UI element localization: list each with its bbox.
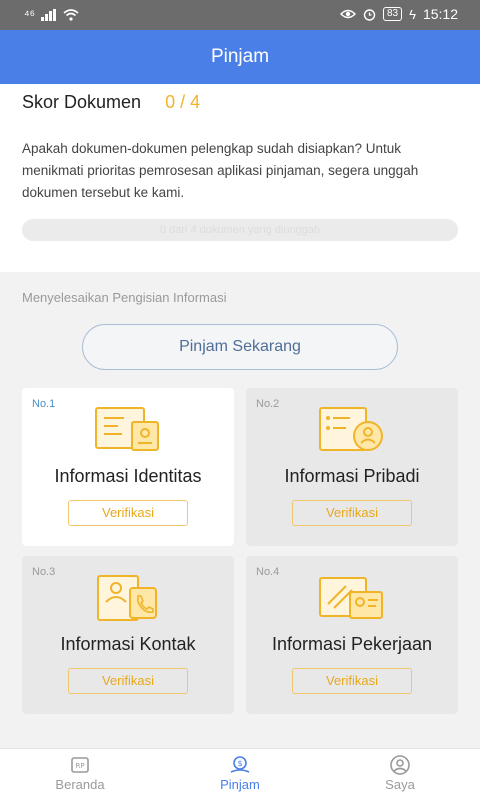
personal-profile-icon [319,407,383,451]
info-section: Menyelesaikan Pengisian Informasi Pinjam… [0,272,480,748]
signal-icon [40,8,56,21]
verify-button[interactable]: Verifikasi [68,668,188,694]
bottom-nav: RP Beranda $ Pinjam Saya [0,748,480,800]
progress-text: 0 dari 4 dokumen yang diunggah [159,224,321,236]
wifi-icon [63,8,79,21]
score-value: 0 / 4 [165,92,201,112]
nav-item-saya[interactable]: Saya [320,749,480,800]
alarm-icon [363,8,376,21]
charging-icon: ϟ [409,6,416,22]
home-rp-icon: RP [71,757,89,773]
card-title: Informasi Identitas [54,466,202,486]
card-work[interactable]: No.4 Informasi Pekerjaan Verifikasi [246,556,458,714]
card-number: No.4 [256,566,280,578]
battery-indicator: 83 [382,7,403,21]
verify-button[interactable]: Verifikasi [292,668,412,694]
card-identity[interactable]: No.1 Informasi Identitas Verifikasi [22,388,234,546]
clock: 15:12 [422,6,458,22]
card-personal[interactable]: No.2 Informasi Pribadi Verifikasi [246,388,458,546]
score-label: Skor Dokumen [22,92,142,112]
card-number: No.3 [32,566,56,578]
description-text: Apakah dokumen-dokumen pelengkap sudah d… [22,141,419,200]
verify-button[interactable]: Verifikasi [68,500,188,526]
card-contact[interactable]: No.3 Informasi Kontak Verifikasi [22,556,234,714]
card-title: Informasi Kontak [60,634,196,654]
nav-label: Saya [385,777,415,792]
nav-item-pinjam[interactable]: $ Pinjam [160,749,320,800]
status-bar: ⁴⁶ 83 ϟ 15:12 [0,0,480,30]
app-bar: Pinjam [0,30,480,84]
id-card-icon [95,407,159,451]
nav-label: Beranda [55,777,105,792]
nav-label: Pinjam [220,777,260,792]
work-card-icon [319,577,383,619]
card-title: Informasi Pribadi [284,466,420,486]
eye-icon [339,9,356,19]
card-number: No.1 [32,398,56,410]
upload-progress-bar: 0 dari 4 dokumen yang diunggah [22,219,458,241]
section-title: Menyelesaikan Pengisian Informasi [22,290,227,305]
card-number: No.2 [256,398,280,410]
signal-label: ⁴⁶ [24,7,35,22]
borrow-now-button[interactable]: Pinjam Sekarang [82,324,398,370]
card-title: Informasi Pekerjaan [271,634,433,654]
svg-text:RP: RP [75,762,84,770]
svg-text:$: $ [237,759,242,768]
contact-book-icon [97,575,157,621]
loan-icon: $ [230,756,250,773]
nav-item-beranda[interactable]: RP Beranda [0,749,160,800]
profile-icon [390,755,410,775]
verify-button[interactable]: Verifikasi [292,500,412,526]
page-title: Pinjam [210,46,270,67]
score-row: Skor Dokumen 0 / 4 [22,92,200,113]
